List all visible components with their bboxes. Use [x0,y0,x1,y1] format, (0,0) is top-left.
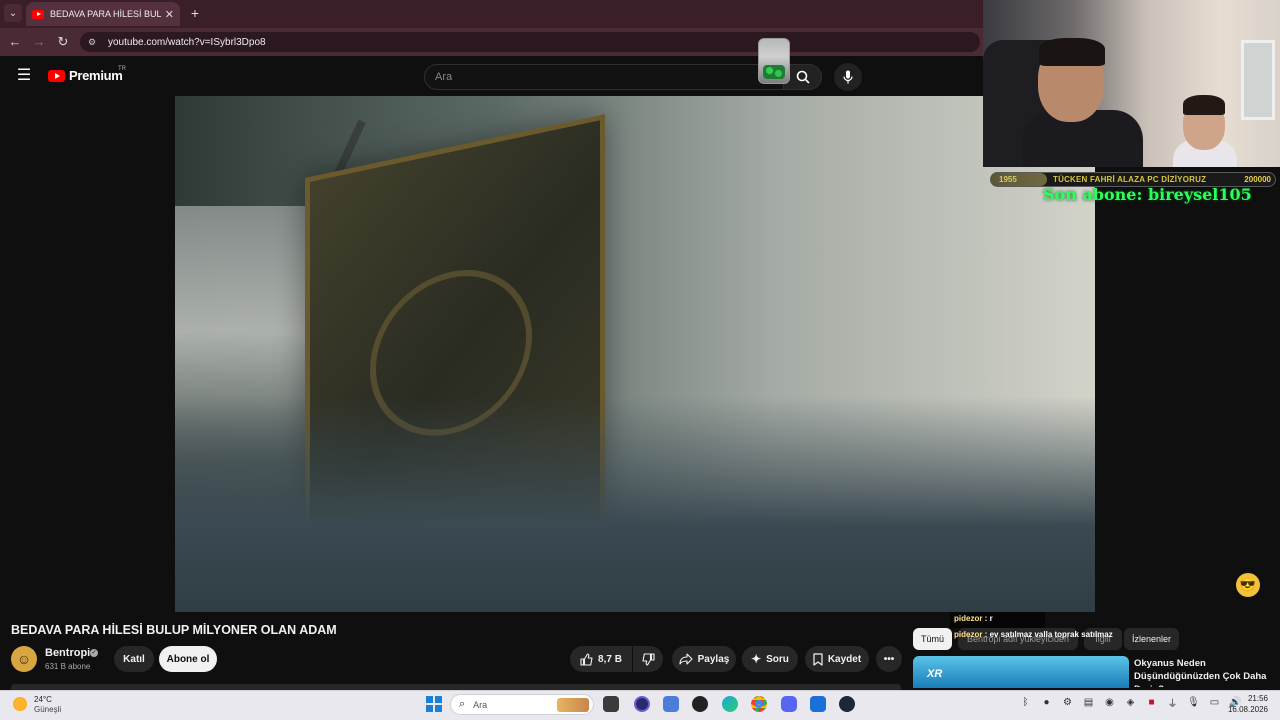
chip-all[interactable]: Tümü [913,628,953,650]
chat-user: pidezor [954,614,983,623]
menu-icon[interactable]: ☰ [14,66,34,86]
verified-icon: ✓ [90,649,98,657]
search-icon: ⌕ [459,698,466,710]
settings-tray-icon[interactable]: ⚙ [1060,697,1075,708]
thumbnail-badge: XR [927,668,943,680]
steam-icon[interactable] [839,696,855,712]
address-bar[interactable]: ⚙ youtube.com/watch?v=ISybrl3Dpo8 [80,32,980,52]
sun-icon[interactable] [13,697,27,711]
goal-target: 200000 [1244,175,1271,184]
subscribe-button[interactable]: Abone ol [159,646,217,672]
new-tab-button[interactable]: + [186,4,204,22]
recommended-video-title[interactable]: Okyanus Neden Düşündüğünüzden Çok Daha D… [1134,657,1274,687]
dislike-button[interactable] [633,646,663,672]
ask-label: Soru [766,653,789,665]
task-view-icon[interactable] [603,696,619,712]
system-tray: ᛒ ● ⚙ ▤ ◉ ◈ ■ ⏚ 🎙 ▭ 🔊 [1018,695,1243,710]
taskbar-search-input[interactable]: ⌕ Ara [450,694,594,715]
search-input[interactable]: Ara [424,64,784,90]
reload-icon[interactable]: ↻ [54,33,72,51]
share-label: Paylaş [697,653,730,665]
avatar[interactable]: ☺ [11,646,37,672]
tab-title: BEDAVA PARA HİLESİ BULUP MİLYONER OLAN A… [50,9,161,19]
close-icon[interactable]: ✕ [165,8,174,21]
country-code: TR [118,66,126,72]
display-tray-icon[interactable]: ▭ [1207,697,1222,708]
more-icon[interactable]: ••• [876,646,902,672]
search-highlight-image [557,698,589,712]
youtube-icon [48,69,65,82]
url-text: youtube.com/watch?v=ISybrl3Dpo8 [108,36,266,48]
red-app-tray-icon[interactable]: ■ [1144,697,1159,708]
like-count: 8,7 B [598,653,622,665]
chat-message: pidezor : r [950,612,1045,628]
bluetooth-icon[interactable]: ᛒ [1018,697,1033,708]
site-settings-icon[interactable]: ⚙ [88,37,100,47]
video-title: BEDAVA PARA HİLESİ BULUP MİLYONER OLAN A… [11,623,337,637]
sunglasses-emote-icon: 😎 [1236,573,1260,597]
clock-date[interactable]: 16.08.2026 [1226,705,1268,714]
like-button[interactable]: 8,7 B [570,646,632,672]
like-icon [580,652,593,666]
clock-time[interactable]: 21:56 [1226,694,1268,703]
edge-icon[interactable] [722,696,738,712]
webcam-child-hair [1183,95,1225,115]
discord-icon[interactable] [781,696,797,712]
chrome-icon[interactable] [751,696,767,712]
channel-name[interactable]: Bentropi [45,647,90,659]
browser-tab[interactable]: BEDAVA PARA HİLESİ BULUP MİLYONER OLAN A… [26,2,180,26]
chat-text: ev satılmaz valla toprak satılmaz [989,630,1113,639]
windows-start-icon[interactable] [426,696,442,712]
app-icon-blue[interactable] [663,696,679,712]
video-app-icon[interactable] [810,696,826,712]
mic-icon[interactable] [834,63,862,91]
goal-label: TÜCKEN FAHRİ ALAZA PC DİZİYORUZ [1053,175,1207,184]
video-frame-sea [175,396,1095,612]
subscriber-count: 631 B abone [45,662,91,671]
stream-chat-overlay: pidezor : r pidezor : ev satılmaz valla … [950,612,1280,644]
chat-user: pidezor [954,630,983,639]
last-subscriber-alert: Son abone: bireysel105 [1043,185,1252,204]
chat-message: pidezor : ev satılmaz valla toprak satıl… [954,630,1113,639]
webcam-streamer-hair [1039,38,1105,66]
video-player[interactable] [175,96,1095,612]
chevron-down-icon[interactable]: ⌄ [4,4,22,22]
youtube-icon [32,9,44,19]
search-icon [796,70,810,84]
app-icon-dark[interactable] [692,696,708,712]
youtube-logo[interactable]: Premium TR [48,66,126,83]
chat-text: r [989,614,993,623]
webcam-mirror [1241,40,1275,120]
brand-label: Premium [69,68,123,83]
notes-tray-icon[interactable]: ▤ [1081,697,1096,708]
goal-current: 1955 [999,175,1017,184]
usb-tray-icon[interactable]: ⏚ [1165,695,1180,710]
save-button[interactable]: Kaydet [805,646,869,672]
bookmark-icon [813,652,823,666]
sparkle-icon: ✦ [751,652,762,666]
webcam-overlay [983,0,1280,167]
forward-icon[interactable]: → [30,33,48,51]
ask-button[interactable]: ✦ Soru [742,646,798,672]
weather-description[interactable]: Güneşli [34,705,61,714]
recommended-video-thumbnail[interactable]: XR [913,656,1129,688]
dislike-icon [641,652,655,666]
back-icon[interactable]: ← [6,33,24,51]
candy-jar-overlay [758,38,790,84]
save-label: Kaydet [827,653,862,665]
taskbar-search-placeholder: Ara [473,699,488,710]
steam-tray-icon[interactable]: ◉ [1102,697,1117,708]
weather-temperature[interactable]: 24°C [34,695,52,704]
mic-tray-icon[interactable]: 🎙 [1186,697,1201,708]
join-button[interactable]: Katıl [114,646,154,672]
app-tray-icon[interactable]: ● [1039,697,1054,708]
app-icon-circle[interactable] [634,696,650,712]
share-button[interactable]: Paylaş [672,646,736,672]
shield-tray-icon[interactable]: ◈ [1123,697,1138,708]
share-icon [679,653,693,665]
